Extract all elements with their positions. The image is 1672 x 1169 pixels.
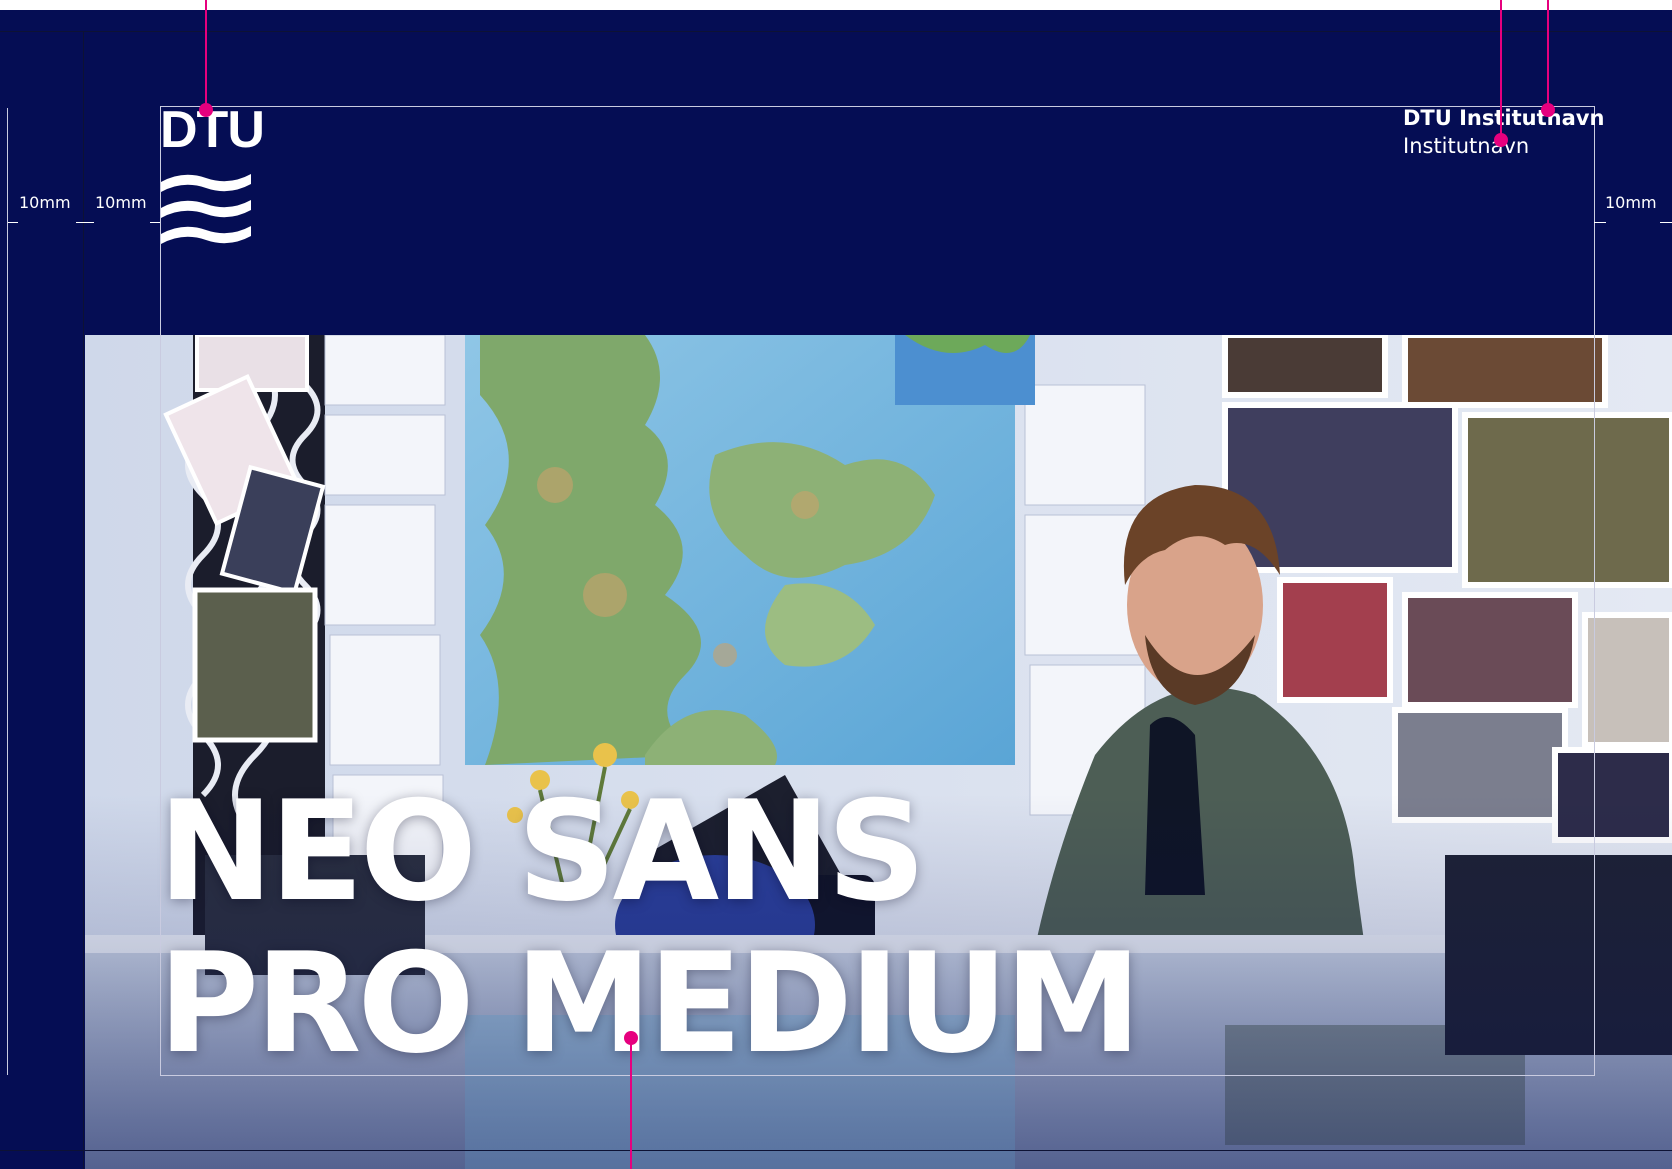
dtu-logo: DTU <box>160 104 265 244</box>
callout-dot-department <box>1541 103 1555 117</box>
measure-tick-left-outer <box>8 222 18 223</box>
headline-line-1: NEO SANS <box>158 771 926 932</box>
callout-line-logo <box>205 0 207 110</box>
measure-tick-left-mid <box>76 222 94 223</box>
trim-line-bottom <box>0 1150 1672 1151</box>
left-margin-guide <box>7 108 8 1075</box>
headline-line-2: PRO MEDIUM <box>158 923 1142 1084</box>
dtu-waves-icon <box>161 174 251 244</box>
callout-dot-headline <box>624 1031 638 1045</box>
callout-dot-logo <box>199 103 213 117</box>
measure-left-inner: 10mm <box>95 193 147 212</box>
trim-line-left <box>83 31 84 1169</box>
trim-line-top <box>0 31 1672 32</box>
measure-right: 10mm <box>1605 193 1657 212</box>
headline: NEO SANS PRO MEDIUM <box>158 771 1142 1084</box>
margin-guide-right <box>1594 106 1595 1076</box>
department-block: DTU Institutnavn Institutnavn <box>1403 104 1604 160</box>
layout-spec-canvas: 10mm 10mm 10mm DTU DTU Institutnavn Inst… <box>0 0 1672 1169</box>
measure-tick-left-inner <box>150 222 160 223</box>
callout-line-subtitle <box>1500 0 1502 140</box>
callout-line-headline <box>630 1038 632 1169</box>
callout-line-department <box>1547 0 1549 110</box>
measure-tick-right-inner <box>1594 222 1606 223</box>
measure-tick-right-outer <box>1660 222 1672 223</box>
margin-guide-top <box>160 106 1594 107</box>
top-margin-strip <box>0 0 1672 10</box>
measure-left-outer: 10mm <box>19 193 71 212</box>
department-name: DTU Institutnavn <box>1403 106 1605 130</box>
callout-dot-subtitle <box>1494 133 1508 147</box>
